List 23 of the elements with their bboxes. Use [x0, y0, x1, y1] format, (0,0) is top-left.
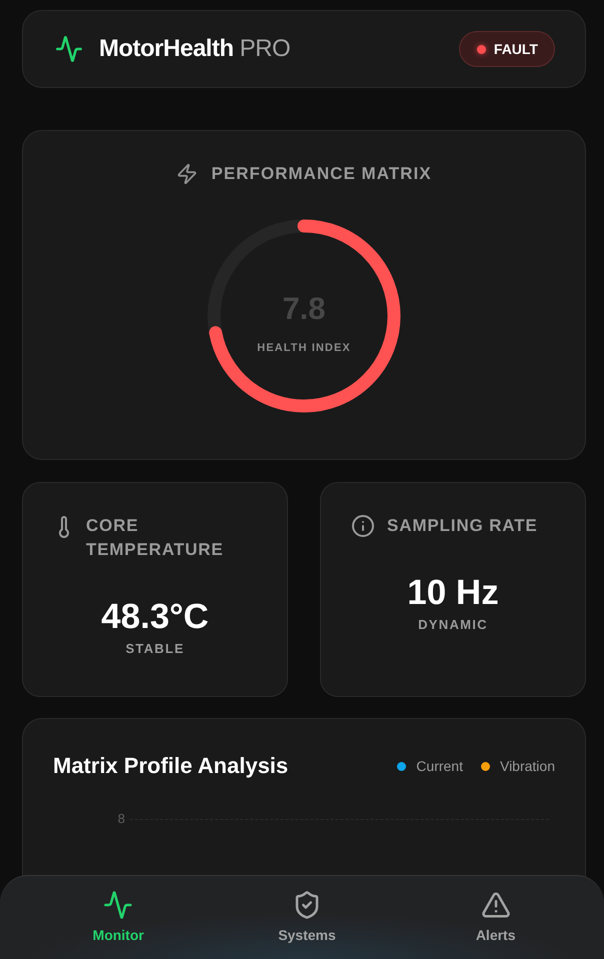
nav-tab[interactable]: Monitor	[88, 890, 148, 948]
legend-label: Vibration	[500, 757, 555, 776]
pulse-icon	[55, 35, 83, 63]
info-icon	[351, 514, 375, 538]
nav-tab[interactable]: Systems	[274, 890, 340, 948]
lightning-icon	[176, 163, 198, 185]
chart-title: Matrix Profile Analysis	[53, 752, 288, 780]
metric-title: CORE TEMPERATURE	[86, 515, 224, 561]
section-title: PERFORMANCE MATRIX	[211, 163, 432, 185]
pulse-icon	[103, 890, 134, 920]
status-label: FAULT	[494, 40, 538, 58]
metric-value: 10 Hz	[407, 573, 499, 613]
thermometer-icon	[59, 516, 69, 538]
gauge-label: HEALTH INDEX	[257, 341, 351, 355]
metric-caption: STABLE	[126, 640, 184, 658]
metric-title: SAMPLING RATE	[387, 515, 538, 537]
legend-label: Current	[416, 757, 463, 776]
axis-tick-label: 8	[116, 811, 125, 827]
metric-caption: DYNAMIC	[418, 616, 488, 634]
metric-value: 48.3°C	[101, 597, 209, 637]
nav-tab[interactable]: Alerts	[472, 890, 520, 948]
warning-icon	[480, 890, 511, 920]
app-title: MotorHealth PRO	[99, 34, 290, 64]
